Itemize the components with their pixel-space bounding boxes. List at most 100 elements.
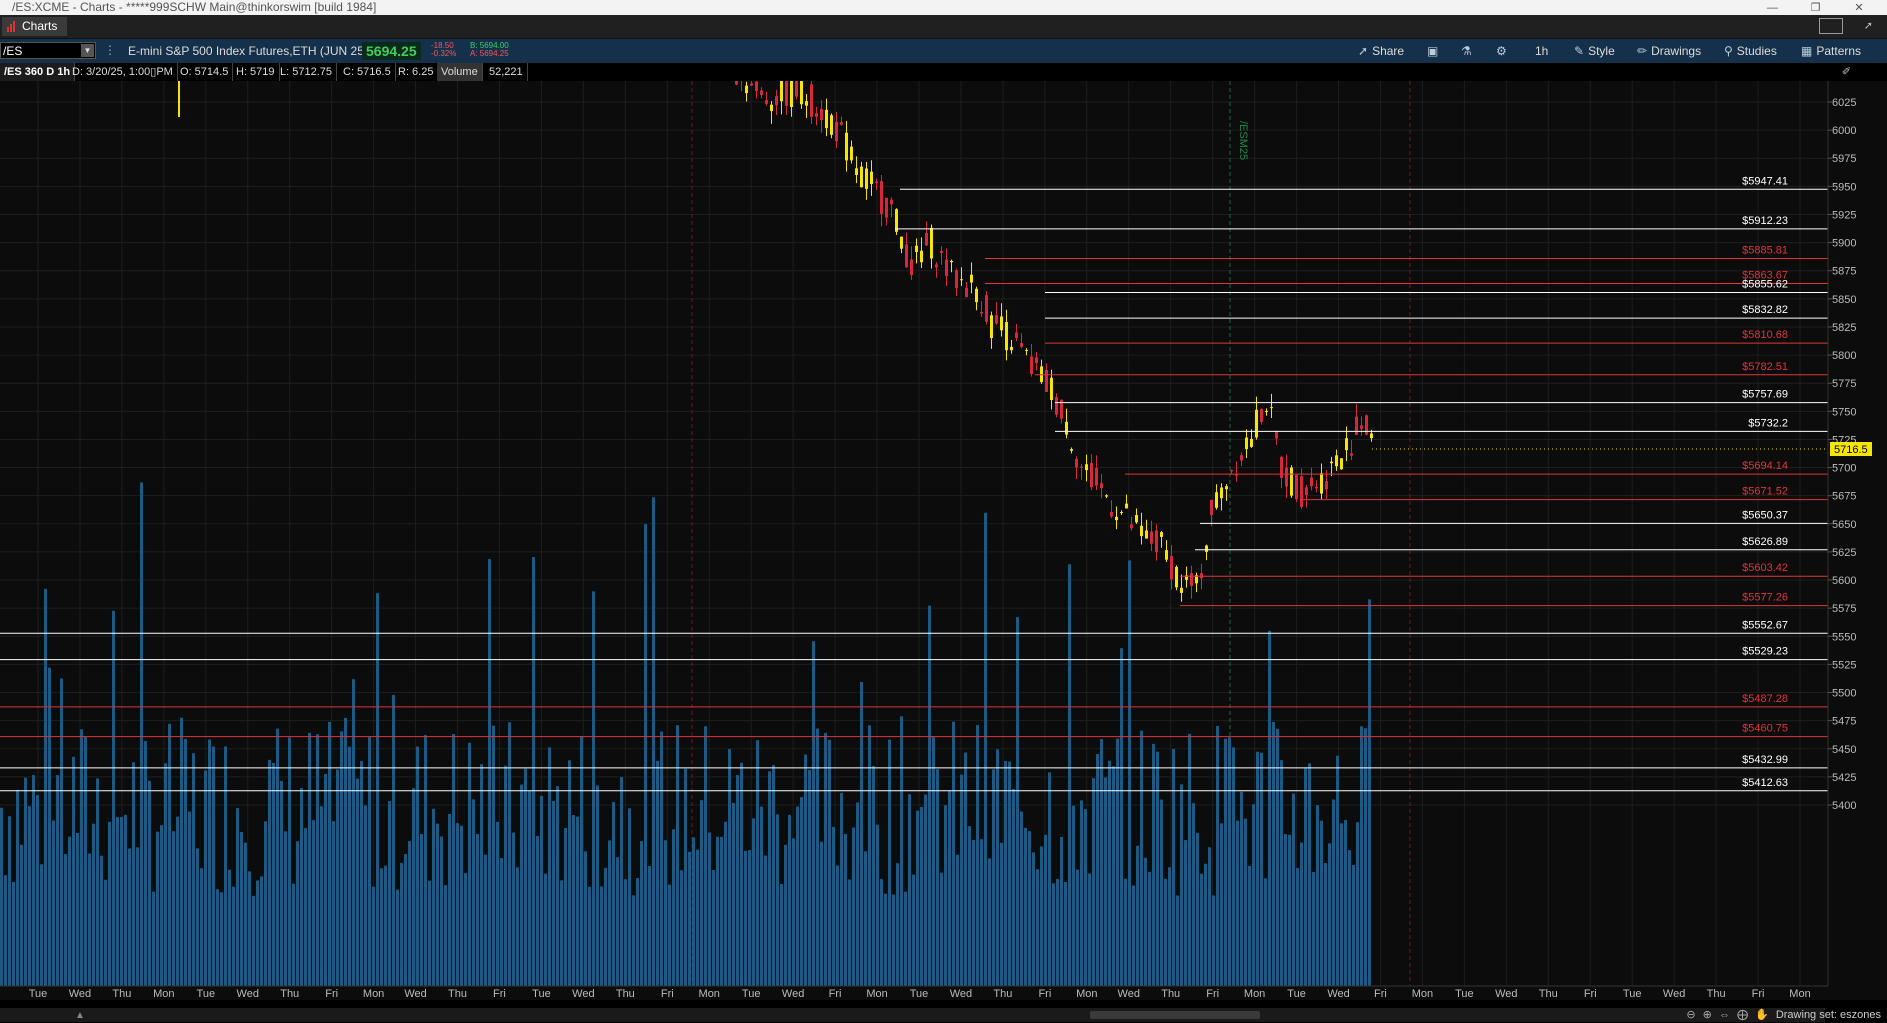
volume-bar [376,593,379,986]
candle-body [770,104,773,111]
pan-icon[interactable]: ⇔ [1719,1009,1730,1021]
patterns-button[interactable]: ▦ Patterns [1801,43,1861,59]
price-chart[interactable]: /ESM25$5947.41$5912.23$5885.81$5863.67$5… [0,81,1887,1000]
volume-bar [336,769,339,986]
volume-bar [36,795,39,986]
volume-bar [1036,869,1039,986]
candle-body [1270,407,1273,409]
volume-bar [596,785,599,986]
volume-bar [1312,871,1315,986]
close-icon[interactable]: ✕ [1839,1,1879,16]
volume-bar [1064,881,1067,986]
volume-bar [716,836,719,986]
volume-bar [432,808,435,986]
link-icon[interactable]: ⋮ [104,43,116,57]
volume-bar [1352,864,1355,986]
time-tick-label: Thu [993,988,1012,1000]
zoom-out-icon[interactable]: ⊖ [1686,1009,1695,1021]
hand-icon[interactable]: ✋ [1755,1009,1769,1021]
volume-bar [204,770,207,986]
time-tick-label: Wed [1663,988,1685,1000]
chevron-down-icon[interactable]: ▼ [81,44,94,57]
volume-bar [40,864,43,986]
crosshair-icon[interactable]: ⨁ [1737,1009,1748,1021]
volume-bar [1304,768,1307,986]
candle-body [1355,416,1358,435]
studies-button[interactable]: ⚲ Studies [1724,43,1777,59]
collapse-icon[interactable]: ✐ [1842,65,1851,78]
scroll-handle-icon[interactable]: ▲ [75,1010,85,1021]
volume-bar [472,799,475,986]
time-tick-label: Thu [280,988,299,1000]
candle-body [1000,316,1003,331]
volume-bar [588,886,591,986]
candle-body [1110,512,1113,517]
volume-bar [612,802,615,986]
candle-body [1145,530,1148,539]
candle-body [1165,550,1168,560]
candle-body [745,85,748,94]
candle-body [1345,438,1348,451]
last-price: 5694.25 [362,42,421,60]
zoom-in-icon[interactable]: ⊕ [1703,1009,1712,1021]
candle-body [765,99,768,104]
volume-bar [868,725,871,986]
style-button[interactable]: ✎ Style [1574,43,1615,59]
volume-bar [1140,730,1143,986]
timeframe-button[interactable]: 1h [1535,43,1548,59]
symbol-input[interactable]: /ES ▼ [0,42,96,59]
volume-bar [996,749,999,986]
share-button[interactable]: ➚ Share [1358,43,1404,59]
time-tick-label: Fri [1374,988,1387,1000]
volume-bar [272,763,275,986]
volume-bar [564,828,567,986]
horizontal-scrollbar[interactable]: ▲ [0,1008,1825,1022]
volume-bar [1168,867,1171,986]
volume-bar [852,827,855,986]
volume-bar [516,867,519,986]
candle-body [1015,332,1018,339]
time-tick-label: Wed [237,988,259,1000]
volume-bar [740,762,743,986]
drawings-button[interactable]: ✏ Drawings [1637,43,1701,59]
restore-icon[interactable]: ❐ [1796,1,1836,16]
candle-body [1085,464,1088,471]
candle-body [1045,369,1048,393]
time-tick-label: Tue [197,988,216,1000]
candle-body [1275,431,1278,439]
settings-button[interactable]: ⚙ [1496,43,1511,59]
candle-body [795,81,798,97]
tab-charts[interactable]: Charts [2,17,68,36]
volume-bar [84,736,87,986]
volume-bar [928,605,931,986]
volume-bar [332,821,335,986]
price-tick-label: 5500 [1832,688,1856,700]
detach-icon[interactable] [1818,18,1843,34]
volume-bar [544,873,547,986]
volume-bar [1032,852,1035,986]
price-tick-label: 6025 [1832,97,1856,109]
ohlc-infobar: /ES 360 D 1h D: 3/20/25, 1:00▯PM O: 5714… [0,63,1887,81]
time-tick-label: Mon [1244,988,1265,1000]
volume-bar [476,833,479,986]
candle-body [1335,455,1338,467]
volume-bar [980,839,983,986]
volume-bar [820,841,823,986]
price-tick-label: 5550 [1832,631,1856,643]
candle-body [1230,469,1233,472]
volume-bar [844,833,847,986]
candle-body [1140,525,1143,537]
volume-bar [412,788,415,986]
volume-bar [360,760,363,986]
candle-body [1160,532,1163,537]
flask-button[interactable]: ⚗ [1461,43,1476,59]
scroll-thumb[interactable] [1090,1011,1260,1019]
pin-icon[interactable]: ➚ [1864,20,1873,32]
layout-button[interactable]: ▣ [1427,43,1442,59]
volume-bar [684,768,687,986]
volume-bar [92,823,95,986]
volume-bar [1360,726,1363,986]
minimize-icon[interactable]: — [1752,1,1792,16]
time-tick-label: Wed [950,988,972,1000]
volume-bar [572,815,575,986]
